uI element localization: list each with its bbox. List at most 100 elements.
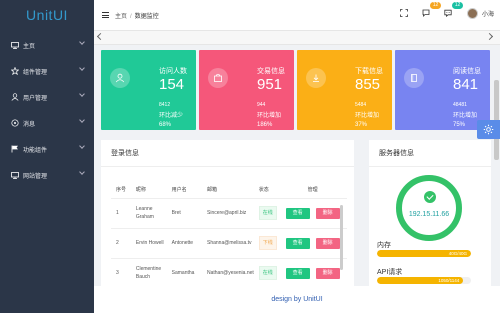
view-button[interactable]: 查看 [285, 207, 310, 219]
cell-username: Bret [166, 197, 202, 228]
settings-button[interactable] [477, 120, 500, 139]
delete-button[interactable]: 删除 [315, 237, 340, 249]
stat-title: 访问人数 [159, 68, 187, 75]
breadcrumb-home[interactable]: 主页 [115, 14, 127, 20]
monitor-icon [10, 41, 19, 50]
bell-icon [10, 119, 19, 128]
stat-value: 154 [159, 76, 185, 93]
sidebar-item-label: 消息 [23, 121, 36, 128]
login-info-panel: 登录信息 序号 昵称 用户名 邮箱 状态 管理 1 Leanne Graham … [101, 140, 354, 288]
sidebar-item-home[interactable]: 主页 [0, 32, 94, 58]
message-icon [444, 9, 452, 17]
chevron-right-icon[interactable] [485, 32, 494, 41]
cell-username: Antonette [166, 227, 202, 258]
stat-trend: 环比增加 37% [355, 112, 379, 130]
avatar[interactable] [466, 7, 478, 19]
column-header: 管理 [307, 187, 318, 194]
breadcrumb: 主页 / 数据监控 [115, 11, 159, 20]
stat-trend-label: 环比增加 [453, 113, 478, 119]
table-scrollbar[interactable] [340, 205, 343, 270]
chevron-down-icon [79, 65, 85, 71]
sidebar-item-components[interactable]: 组件管理 [0, 58, 94, 84]
stat-trend-value: 37% [355, 122, 368, 128]
panel-title: 登录信息 [111, 150, 139, 157]
sidebar-menu: 主页 组件管理 用户管理 消息 功能组件 网站管理 [0, 32, 94, 188]
stat-value: 841 [453, 76, 479, 93]
panel-title: 服务器信息 [379, 150, 414, 157]
cell-index: 3 [111, 257, 131, 288]
sidebar: UnitUI 主页 组件管理 用户管理 消息 功能组件 网站管理 [0, 0, 94, 313]
memory-progress-fill: 40G/40G [377, 250, 471, 257]
fullscreen-icon[interactable] [397, 6, 411, 20]
tab-bar [94, 31, 500, 45]
memory-label: 内存 [377, 242, 391, 249]
breadcrumb-current: 数据监控 [134, 13, 159, 20]
column-header[interactable]: 用户名 [167, 182, 202, 198]
cell-nickname: Ervin Howell [130, 227, 167, 258]
stat-trend: 环比增加 75% [453, 112, 477, 130]
table-header-row: 序号 昵称 用户名 邮箱 状态 管理 [111, 182, 347, 198]
chevron-down-icon [79, 143, 85, 149]
stat-trend-value: 75% [453, 122, 466, 128]
stat-card-reads[interactable]: 阅读信息 841 48481 环比增加 75% [395, 50, 490, 130]
view-button[interactable]: 查看 [285, 267, 310, 279]
top-header: 主页 / 数据监控 12 12 小海 [94, 0, 500, 31]
sidebar-item-messages[interactable]: 消息 [0, 110, 94, 136]
app-logo[interactable]: UnitUI [0, 0, 94, 32]
view-button[interactable]: 查看 [285, 237, 310, 249]
cell-nickname: Leanne Graham [130, 197, 167, 228]
user-name[interactable]: 小海 [482, 9, 494, 18]
messages-button[interactable]: 12 [441, 2, 463, 20]
stat-card-downloads[interactable]: 下载信息 855 5484 环比增加 37% [297, 50, 392, 130]
star-icon [10, 67, 19, 76]
stat-trend-value: 186% [257, 122, 273, 128]
stat-card-visitors[interactable]: 访问人数 154 8412 环比减少 68% [101, 50, 196, 130]
api-value: 1050/1144 [438, 278, 460, 283]
stat-subtotal: 48481 [453, 102, 467, 108]
stat-title: 下载信息 [355, 68, 383, 75]
memory-progress: 40G/40G [377, 250, 471, 257]
stat-trend-label: 环比减少 [159, 113, 184, 119]
check-icon [424, 191, 436, 203]
cell-actions: 查看 删除 [278, 227, 347, 258]
cell-actions: 查看 删除 [278, 197, 347, 228]
column-header[interactable]: 昵称 [131, 182, 167, 198]
sidebar-item-features[interactable]: 功能组件 [0, 136, 94, 162]
gear-icon [483, 124, 494, 135]
comments-badge: 12 [429, 2, 441, 9]
footer: design by UnitUI [94, 286, 500, 313]
sidebar-item-users[interactable]: 用户管理 [0, 84, 94, 110]
sidebar-item-label: 功能组件 [23, 147, 48, 154]
flag-icon [10, 145, 19, 154]
api-progress-fill: 1050/1144 [377, 277, 464, 284]
column-header[interactable]: 状态 [254, 182, 279, 198]
table-row: 1 Leanne Graham Bret Sincere@april.biz 在… [111, 197, 347, 228]
stat-card-transactions[interactable]: 交易信息 951 944 环比增加 186% [199, 50, 294, 130]
cell-email: Shanna@melissa.tv [202, 227, 254, 258]
cell-username: Samantha [166, 257, 202, 288]
sidebar-item-label: 网站管理 [23, 173, 48, 180]
delete-button[interactable]: 删除 [315, 267, 340, 279]
stat-subtotal: 5484 [355, 102, 367, 108]
cell-email: Sincere@april.biz [202, 197, 254, 228]
server-ip: 192.15.11.66 [408, 211, 450, 218]
column-header[interactable]: 序号 [111, 182, 131, 198]
chevron-down-icon [79, 91, 85, 97]
divider [101, 166, 354, 167]
stat-trend-label: 环比增加 [257, 113, 282, 119]
comments-button[interactable]: 12 [419, 2, 441, 20]
status-badge: 下线 [258, 236, 277, 250]
divider [369, 166, 491, 167]
column-header[interactable]: 邮箱 [202, 182, 254, 198]
sidebar-item-sites[interactable]: 网站管理 [0, 162, 94, 188]
stat-subtotal: 8412 [159, 102, 171, 108]
chevron-left-icon[interactable] [96, 32, 105, 41]
api-progress: 1050/1144 [377, 277, 471, 284]
cell-status: 在线 [253, 197, 279, 228]
delete-button[interactable]: 删除 [315, 207, 340, 219]
stat-trend-label: 环比增加 [355, 113, 380, 119]
download-icon [306, 68, 326, 88]
chevron-down-icon [79, 169, 85, 175]
menu-toggle-icon[interactable] [102, 12, 109, 18]
chevron-down-icon [79, 39, 85, 45]
